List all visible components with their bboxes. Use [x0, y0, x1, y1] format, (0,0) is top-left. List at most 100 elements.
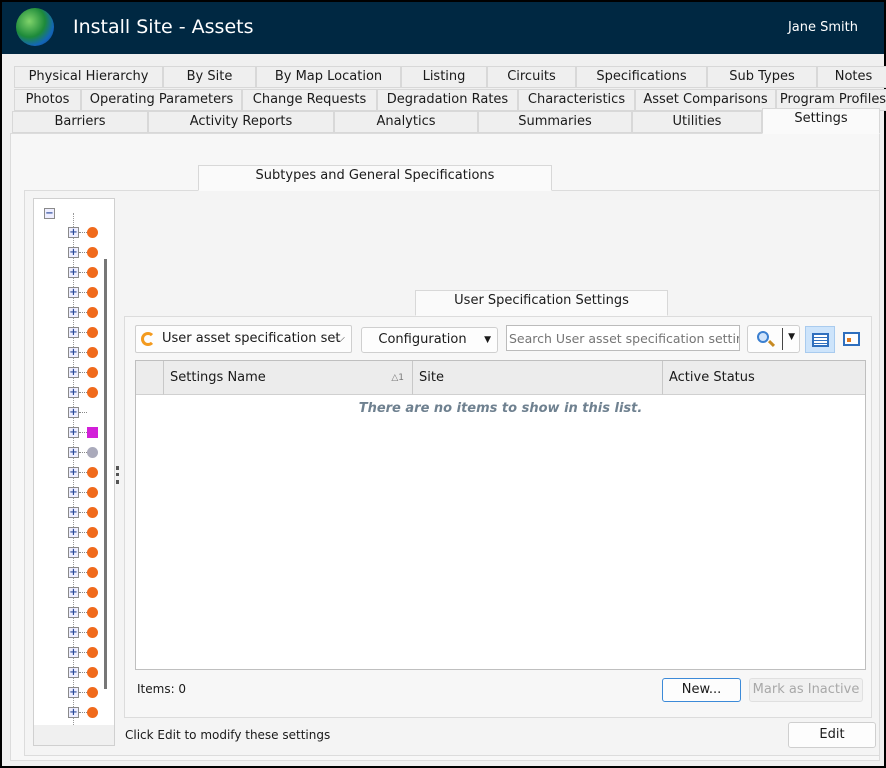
asset-tree[interactable]: − ++++++++++++++++++++++++++ — [33, 198, 115, 746]
column-header-settings-name[interactable]: Settings Name △1 — [164, 361, 413, 395]
expand-icon[interactable]: + — [68, 547, 79, 558]
tab-degradation-rates[interactable]: Degradation Rates — [377, 89, 518, 111]
tree-connector — [79, 692, 87, 693]
expand-icon[interactable]: + — [68, 367, 79, 378]
tree-node[interactable]: + — [68, 547, 108, 559]
configuration-dropdown[interactable]: Configuration ▼ — [361, 327, 498, 353]
list-view-button[interactable] — [805, 326, 835, 353]
tab-by-map-location[interactable]: By Map Location — [256, 66, 401, 88]
expand-icon[interactable]: + — [68, 467, 79, 478]
tree-node[interactable]: + — [68, 307, 108, 319]
expand-icon[interactable]: + — [68, 447, 79, 458]
expand-icon[interactable]: + — [68, 507, 79, 518]
tab-analytics[interactable]: Analytics — [334, 111, 478, 133]
expand-icon[interactable]: + — [68, 587, 79, 598]
tree-connector — [79, 672, 87, 673]
tab-settings[interactable]: Settings — [762, 108, 880, 134]
tab-subtypes-and-general-specifications[interactable]: Subtypes and General Specifications — [198, 165, 552, 191]
tree-node[interactable]: + — [68, 387, 108, 399]
tree-node[interactable]: + — [68, 467, 108, 479]
tab-by-site[interactable]: By Site — [163, 66, 256, 88]
tree-node[interactable]: + — [68, 367, 108, 379]
new-button[interactable]: New... — [662, 678, 741, 702]
settings-grid[interactable]: Settings Name △1 Site Active Status There… — [135, 360, 866, 670]
tree-connector — [79, 412, 87, 413]
expand-icon[interactable]: + — [68, 347, 79, 358]
tab-circuits[interactable]: Circuits — [487, 66, 576, 88]
tree-node[interactable]: + — [68, 427, 108, 439]
tree-node[interactable]: + — [68, 267, 108, 279]
expand-icon[interactable]: + — [68, 567, 79, 578]
dropdown-arrow-icon[interactable]: ▼ — [788, 332, 795, 342]
column-header-site[interactable]: Site — [413, 361, 663, 395]
tree-node[interactable]: + — [68, 567, 108, 579]
tree-node[interactable]: + — [68, 647, 108, 659]
asset-icon — [87, 607, 98, 618]
splitter-handle[interactable] — [116, 466, 119, 484]
tree-node[interactable]: + — [68, 247, 108, 259]
tab-listing[interactable]: Listing — [401, 66, 487, 88]
tab-characteristics[interactable]: Characteristics — [518, 89, 635, 111]
tab-summaries[interactable]: Summaries — [478, 111, 632, 133]
expand-icon[interactable]: + — [68, 267, 79, 278]
tree-node[interactable]: + — [68, 407, 108, 419]
tab-user-specification-settings[interactable]: User Specification Settings — [415, 290, 668, 316]
edit-button[interactable]: Edit — [788, 722, 876, 748]
expand-icon[interactable]: + — [68, 667, 79, 678]
view-select[interactable]: User asset specification set ⌵ — [135, 325, 352, 353]
tab-physical-hierarchy[interactable]: Physical Hierarchy — [14, 66, 163, 88]
tree-node[interactable]: + — [68, 607, 108, 619]
expand-icon[interactable]: + — [68, 327, 79, 338]
tab-sub-types[interactable]: Sub Types — [707, 66, 817, 88]
tree-node[interactable]: + — [68, 527, 108, 539]
tree-node[interactable]: + — [68, 487, 108, 499]
tab-activity-reports[interactable]: Activity Reports — [148, 111, 334, 133]
tree-node[interactable]: + — [68, 667, 108, 679]
tab-specifications[interactable]: Specifications — [576, 66, 707, 88]
tab-notes[interactable]: Notes — [817, 66, 886, 88]
tree-node[interactable]: + — [68, 227, 108, 239]
mark-inactive-button[interactable]: Mark as Inactive — [749, 678, 863, 702]
tree-node[interactable]: + — [68, 327, 108, 339]
tree-node[interactable]: + — [68, 707, 108, 719]
expand-icon[interactable]: + — [68, 427, 79, 438]
tree-node[interactable]: + — [68, 287, 108, 299]
tree-node[interactable]: + — [68, 507, 108, 519]
tree-node[interactable]: + — [68, 447, 108, 459]
expand-icon[interactable]: + — [68, 647, 79, 658]
expand-icon[interactable]: + — [68, 407, 79, 418]
tab-utilities[interactable]: Utilities — [632, 111, 762, 133]
tab-change-requests[interactable]: Change Requests — [242, 89, 377, 111]
tree-node[interactable]: + — [68, 687, 108, 699]
expand-icon[interactable]: + — [68, 627, 79, 638]
tree-node[interactable]: + — [68, 347, 108, 359]
tab-operating-parameters[interactable]: Operating Parameters — [81, 89, 242, 111]
asset-icon — [87, 247, 98, 258]
expand-icon[interactable]: + — [68, 687, 79, 698]
collapse-icon[interactable]: − — [44, 208, 55, 219]
tree-node[interactable]: + — [68, 587, 108, 599]
tree-node[interactable]: + — [68, 627, 108, 639]
expand-icon[interactable]: + — [68, 387, 79, 398]
tab-photos[interactable]: Photos — [14, 89, 81, 111]
expand-icon[interactable]: + — [68, 287, 79, 298]
sort-order: 1 — [398, 373, 404, 383]
detail-view-button[interactable] — [838, 326, 866, 353]
expand-icon[interactable]: + — [68, 707, 79, 718]
user-name[interactable]: Jane Smith — [788, 20, 858, 35]
search-input[interactable] — [506, 325, 740, 351]
search-button[interactable]: ▼ — [747, 325, 800, 353]
expand-icon[interactable]: + — [68, 227, 79, 238]
column-header-active-status[interactable]: Active Status — [663, 361, 865, 395]
expand-icon[interactable]: + — [68, 527, 79, 538]
asset-icon — [87, 667, 98, 678]
expand-icon[interactable]: + — [68, 247, 79, 258]
tree-scrollbar[interactable] — [104, 259, 107, 689]
expand-icon[interactable]: + — [68, 487, 79, 498]
tree-connector — [79, 372, 87, 373]
expand-icon[interactable]: + — [68, 307, 79, 318]
tab-barriers[interactable]: Barriers — [12, 111, 148, 133]
expand-icon[interactable]: + — [68, 607, 79, 618]
list-view-icon — [812, 333, 829, 347]
tab-asset-comparisons[interactable]: Asset Comparisons — [635, 89, 776, 111]
